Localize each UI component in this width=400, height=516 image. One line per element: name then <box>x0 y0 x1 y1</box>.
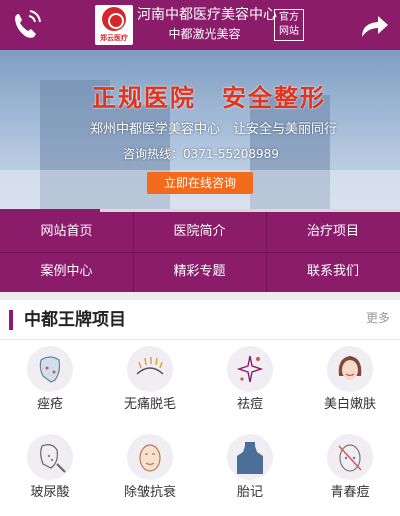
youth-acne-icon <box>327 434 373 480</box>
nav-item-cases[interactable]: 案例中心 <box>0 252 133 292</box>
project-label: 祛痘 <box>236 397 263 412</box>
acne-face-icon <box>27 346 73 392</box>
project-grid: 痤疮 无痛脱毛 祛痘 美白嫩肤 玻尿酸 除皱抗衰 胎记 青春痘 <box>0 341 400 516</box>
nav-divider <box>0 252 400 253</box>
nav-item-treatments[interactable]: 治疗项目 <box>266 212 400 252</box>
project-item[interactable]: 胎记 <box>200 429 300 514</box>
banner-hotline[interactable]: 咨询热线：0371-55208989 <box>123 145 279 162</box>
section-header: 中都王牌项目 更多 <box>0 300 400 340</box>
section-title-marker <box>9 310 13 330</box>
nav-divider <box>133 212 134 292</box>
project-label: 胎记 <box>236 485 263 500</box>
banner-tagline: 郑州中都医学美容中心 让安全与美丽同行 <box>90 122 338 137</box>
banner-slogan: 正规医院 安全整形 <box>92 83 326 112</box>
nav-item-contact[interactable]: 联系我们 <box>266 252 400 292</box>
official-label-line2: 网站 <box>279 26 299 37</box>
project-item[interactable]: 祛痘 <box>200 341 300 426</box>
official-label-line1: 官方 <box>279 12 299 23</box>
project-label: 美白嫩肤 <box>323 397 376 412</box>
project-item[interactable]: 青春痘 <box>300 429 400 514</box>
pimple-removal-icon <box>227 346 273 392</box>
section-separator <box>0 292 400 300</box>
anti-wrinkle-face-icon <box>127 434 173 480</box>
project-label: 青春痘 <box>330 485 370 500</box>
hair-removal-icon <box>127 346 173 392</box>
share-arrow-icon[interactable] <box>356 9 392 41</box>
logo-badge: 郑云医疗 <box>95 5 133 45</box>
phone-icon[interactable] <box>8 7 44 43</box>
more-link[interactable]: 更多 <box>366 309 390 327</box>
whitening-face-icon <box>327 346 373 392</box>
project-item[interactable]: 美白嫩肤 <box>300 341 400 426</box>
hospital-logo[interactable]: 郑云医疗 河南中都医疗美容中心 中都激光美容 <box>95 5 277 45</box>
project-label: 玻尿酸 <box>30 485 70 500</box>
project-item[interactable]: 痤疮 <box>0 341 100 426</box>
official-site-badge[interactable]: 官方 网站 <box>274 9 304 41</box>
birthmark-icon <box>227 434 273 480</box>
project-label: 除皱抗衰 <box>123 485 176 500</box>
main-nav: 网站首页 医院简介 治疗项目 案例中心 精彩专题 联系我们 <box>0 212 400 292</box>
project-item[interactable]: 无痛脱毛 <box>100 341 200 426</box>
project-item[interactable]: 玻尿酸 <box>0 429 100 514</box>
logo-badge-text: 郑云医疗 <box>100 34 128 42</box>
nav-item-about[interactable]: 医院简介 <box>133 212 266 252</box>
project-label: 无痛脱毛 <box>123 397 176 412</box>
project-label: 痤疮 <box>36 397 63 412</box>
nav-item-topics[interactable]: 精彩专题 <box>133 252 266 292</box>
section-title: 中都王牌项目 <box>24 310 126 330</box>
online-consult-button[interactable]: 立即在线咨询 <box>147 172 253 194</box>
logo-seal-icon <box>102 7 126 31</box>
nav-item-home[interactable]: 网站首页 <box>0 212 133 252</box>
top-header: 郑云医疗 河南中都医疗美容中心 中都激光美容 官方 网站 <box>0 0 400 50</box>
logo-title: 河南中都医疗美容中心 <box>137 7 277 23</box>
hero-banner[interactable]: 正规医院 安全整形 郑州中都医学美容中心 让安全与美丽同行 咨询热线：0371-… <box>0 50 400 212</box>
project-item[interactable]: 除皱抗衰 <box>100 429 200 514</box>
nav-divider <box>266 212 267 292</box>
hyaluronic-face-icon <box>27 434 73 480</box>
logo-subtitle: 中都激光美容 <box>168 27 241 41</box>
